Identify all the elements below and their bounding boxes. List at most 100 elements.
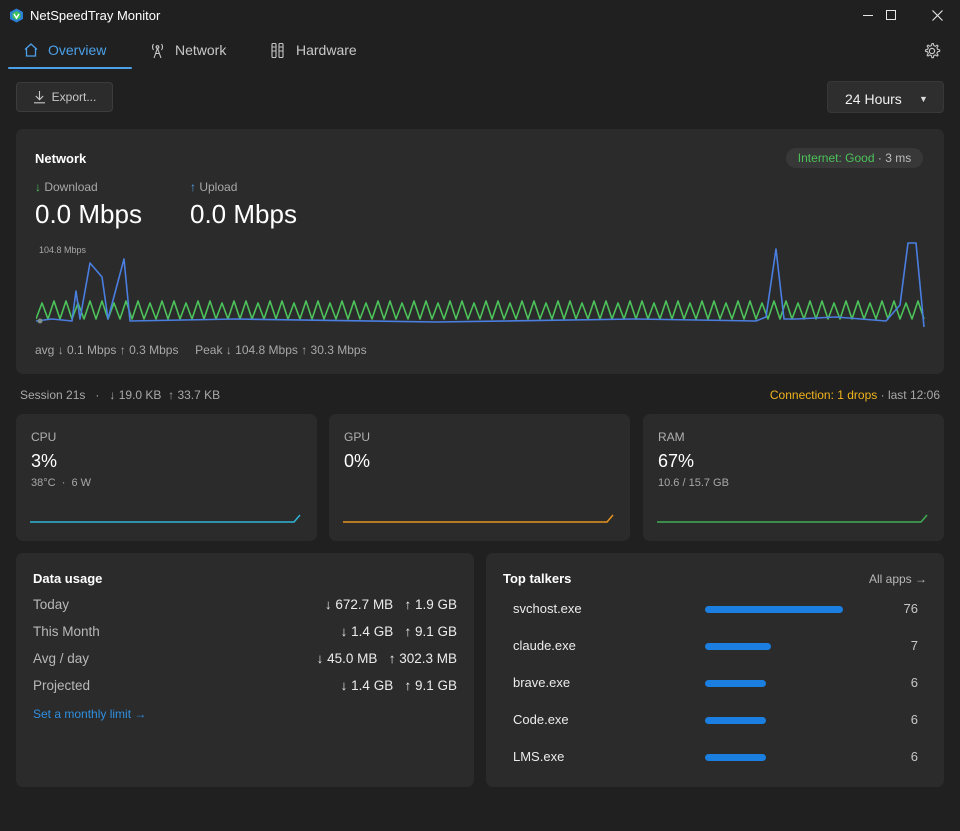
- download-series-line: [36, 300, 925, 320]
- talker-name: Code.exe: [513, 712, 569, 727]
- download-icon: [33, 91, 45, 104]
- active-tab-indicator: [8, 67, 132, 69]
- data-usage-title: Data usage: [33, 571, 103, 586]
- antenna-icon: [151, 43, 164, 58]
- tab-bar: Overview Network Hardware: [0, 31, 960, 71]
- gpu-sparkline: [343, 514, 614, 523]
- connection-info: Connection: 1 drops · last 12:06: [770, 388, 940, 402]
- usage-up: ↑ 9.1 GB: [404, 678, 457, 693]
- close-button[interactable]: [914, 0, 960, 31]
- talker-usage-bar: [705, 606, 843, 613]
- talker-usage-bar: [705, 717, 766, 724]
- talker-row[interactable]: brave.exe 6: [513, 675, 918, 695]
- talker-row[interactable]: claude.exe 7: [513, 638, 918, 658]
- title-bar: NetSpeedTray Monitor: [0, 0, 960, 31]
- peak-up: ↑ 30.3 Mbps: [301, 343, 367, 357]
- cpu-card[interactable]: CPU 3% 38°C · 6 W: [16, 414, 317, 541]
- usage-row-label: Today: [33, 597, 70, 612]
- maximize-icon: [885, 10, 896, 20]
- talker-name: brave.exe: [513, 675, 571, 690]
- internet-status-text: Internet: Good: [797, 151, 875, 165]
- usage-row-values: ↓ 1.4 GB ↑ 9.1 GB: [341, 624, 457, 639]
- session-label: Session 21s: [20, 388, 86, 402]
- session-sep: ·: [95, 388, 100, 402]
- talker-count: 7: [910, 638, 918, 653]
- usage-down: ↓ 1.4 GB: [340, 624, 394, 639]
- usage-row-values: ↓ 672.7 MB ↑ 1.9 GB: [325, 597, 457, 612]
- usage-row-label: This Month: [33, 624, 100, 639]
- upload-label-text: Upload: [199, 180, 238, 194]
- cpu-sparkline: [30, 514, 301, 523]
- talker-count: 6: [910, 749, 918, 764]
- tab-hardware[interactable]: Hardware: [270, 31, 357, 69]
- talker-usage-bar: [705, 643, 771, 650]
- session-transfer: ↓ 19.0 KB ↑ 33.7 KB: [109, 388, 221, 402]
- talker-count: 76: [903, 601, 918, 616]
- connection-drops: Connection: 1 drops: [769, 388, 878, 402]
- talker-name: svchost.exe: [513, 601, 582, 616]
- latency-text: · 3 ms: [877, 151, 912, 165]
- tab-overview[interactable]: Overview: [23, 31, 106, 69]
- app-logo-icon: [10, 8, 23, 23]
- usage-row-projected: Projected ↓ 1.4 GB ↑ 9.1 GB: [33, 678, 457, 693]
- close-icon: [931, 10, 943, 21]
- usage-row-avg: Avg / day ↓ 45.0 MB ↑ 302.3 MB: [33, 651, 457, 666]
- download-label: ↓ Download: [35, 180, 98, 194]
- window-title: NetSpeedTray Monitor: [30, 8, 161, 23]
- download-arrow-icon: ↓: [35, 180, 41, 194]
- avg-label: avg: [35, 343, 55, 357]
- network-card-title: Network: [35, 151, 87, 166]
- avg-up: ↑ 0.3 Mbps: [119, 343, 179, 357]
- talker-row[interactable]: svchost.exe 76: [513, 601, 918, 621]
- usage-row-values: ↓ 45.0 MB ↑ 302.3 MB: [317, 651, 457, 666]
- usage-down: ↓ 672.7 MB: [324, 597, 394, 612]
- settings-gear-icon[interactable]: [922, 41, 942, 61]
- ram-sparkline-series: [657, 514, 928, 523]
- talker-name: claude.exe: [513, 638, 576, 653]
- ram-label: RAM: [658, 430, 685, 444]
- time-range-value: 24 Hours: [845, 91, 902, 107]
- peak-down: ↓ 104.8 Mbps: [225, 343, 298, 357]
- talker-usage-bar: [705, 680, 766, 687]
- export-button[interactable]: Export...: [16, 82, 113, 112]
- usage-up: ↑ 1.9 GB: [404, 597, 457, 612]
- chart-origin-dot: [37, 318, 43, 324]
- ram-value: 67%: [658, 451, 695, 471]
- export-label: Export...: [51, 90, 97, 104]
- talker-usage-bar: [705, 754, 766, 761]
- time-range-select[interactable]: 24 Hours ▼: [827, 81, 944, 113]
- all-apps-link[interactable]: All apps →: [869, 572, 927, 586]
- maximize-button[interactable]: [868, 0, 914, 31]
- usage-down: ↓ 45.0 MB: [316, 651, 378, 666]
- connection-last: · last 12:06: [880, 388, 940, 402]
- gpu-card[interactable]: GPU 0%: [329, 414, 630, 541]
- talker-row[interactable]: Code.exe 6: [513, 712, 918, 732]
- talker-row[interactable]: LMS.exe 6: [513, 749, 918, 769]
- internet-status-badge: Internet: Good · 3 ms: [786, 148, 923, 168]
- usage-up: ↑ 302.3 MB: [388, 651, 457, 666]
- set-monthly-limit-link[interactable]: Set a monthly limit →: [33, 707, 146, 721]
- network-speed-chart: [36, 242, 925, 328]
- ram-sparkline: [657, 514, 928, 523]
- talker-name: LMS.exe: [513, 749, 565, 764]
- cpu-sub: 38°C · 6 W: [31, 477, 92, 489]
- cpu-sparkline-series: [30, 514, 301, 523]
- tab-overview-label: Overview: [48, 42, 107, 58]
- session-info: Session 21s · ↓ 19.0 KB ↑ 33.7 KB: [20, 388, 220, 402]
- upload-label: ↑ Upload: [190, 180, 237, 194]
- avg-down: ↓ 0.1 Mbps: [57, 343, 117, 357]
- tab-network[interactable]: Network: [149, 31, 226, 69]
- peak-label: Peak: [195, 343, 223, 357]
- top-talkers-card: Top talkers All apps → svchost.exe 76 clau…: [486, 553, 944, 787]
- hardware-icon: [271, 42, 284, 58]
- usage-row-today: Today ↓ 672.7 MB ↑ 1.9 GB: [33, 597, 457, 612]
- ram-card[interactable]: RAM 67% 10.6 / 15.7 GB: [643, 414, 944, 541]
- talker-count: 6: [910, 712, 918, 727]
- usage-up: ↑ 9.1 GB: [404, 624, 457, 639]
- data-usage-card: Data usage Today ↓ 672.7 MB ↑ 1.9 GB Thi…: [16, 553, 474, 787]
- ram-sub: 10.6 / 15.7 GB: [658, 477, 729, 489]
- gpu-sparkline-series: [343, 514, 614, 523]
- usage-row-label: Avg / day: [33, 651, 90, 666]
- gpu-label: GPU: [344, 430, 371, 444]
- tab-network-label: Network: [175, 42, 227, 58]
